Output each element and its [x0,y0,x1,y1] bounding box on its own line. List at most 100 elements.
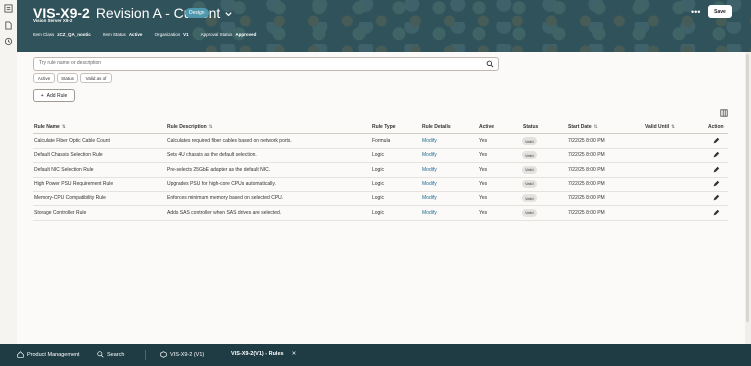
table-row[interactable]: Default NIC Selection Rule Pre-selects 25… [33,163,728,178]
item-meta: Item Class zCZ_QA_nootic Item Status Activ… [33,32,267,37]
cube-icon [160,351,167,358]
column-header-valid-until[interactable]: Valid Until ⇅ [645,124,675,130]
close-icon[interactable]: ✕ [292,351,297,357]
document-icon[interactable] [4,21,13,30]
start-date: 7/22/25 8:00 PM [568,166,605,173]
rule-name: Default NIC Selection Rule [34,166,94,173]
left-rail [0,0,18,344]
rule-details-link[interactable]: Modify [422,167,437,173]
active-value: Yes [479,209,488,216]
table-row[interactable]: Default Chassis Selection Rule Sets 4U ch… [33,148,728,164]
table-row[interactable]: Memory-CPU Compatibility Rule Enforces mi… [33,191,728,207]
active-value: Yes [479,180,488,187]
status-badge: Valid [522,151,537,160]
rule-details-link[interactable]: Modify [422,138,437,144]
start-date: 7/22/25 8:00 PM [568,180,605,187]
column-header-rule-name[interactable]: Rule Name ⇅ [34,124,66,130]
taskbar-tab-rules[interactable]: VIS-X9-2(V1) - Rules ✕ [231,351,296,357]
column-header-status[interactable]: Status [523,124,538,130]
status-badge: Design [185,8,209,18]
home-icon [17,351,24,358]
rule-details-link[interactable]: Modify [422,195,437,201]
more-actions-button[interactable]: ••• [691,7,700,17]
column-header-rule-details[interactable]: Rule Details [422,124,451,130]
active-value: Yes [479,166,488,173]
table-row[interactable]: Storage Controller Rule Adds SAS controll… [33,206,728,221]
header-pattern [191,0,751,52]
rule-type: Logic [372,166,384,173]
rule-description: Enforces minimum memory based on selecte… [167,195,284,202]
meta-value: Approved [235,32,257,37]
status-badge: Valid [522,137,537,145]
rule-details-link[interactable]: Modify [422,152,437,158]
status-badge: Valid [522,179,537,188]
meta-label: Item Class [33,32,55,37]
edit-icon[interactable] [712,209,720,217]
edit-icon[interactable] [712,151,720,159]
taskbar-divider [145,350,146,360]
edit-icon[interactable] [712,194,720,202]
rule-type: Logic [372,195,384,202]
edit-icon[interactable] [712,166,720,174]
taskbar-search[interactable]: Search [97,351,124,358]
add-rule-label: Add Rule [46,92,68,99]
search-icon[interactable] [486,60,494,68]
taskbar-tab-item[interactable]: VIS-X9-2 (V1) [160,351,204,358]
filter-active[interactable]: Active [33,73,55,83]
bottom-taskbar: Product Management Search VIS-X9-2 (V1) … [0,344,751,366]
sort-icon: ⇅ [61,124,66,129]
rule-type: Logic [372,180,384,187]
meta-value: Active [128,32,143,37]
status-badge: Valid [522,165,537,174]
meta-label: Organization [154,32,181,37]
active-value: Yes [479,195,488,202]
status-badge: Valid [522,208,537,217]
sort-icon: ⇅ [208,124,213,129]
scrollbar[interactable] [745,52,751,344]
rule-name: Default Chassis Selection Rule [34,152,103,159]
filter-valid-as-of[interactable]: Valid as of [80,73,112,83]
item-description: Vision Server X9-2 [33,18,73,23]
column-header-rule-description[interactable]: Rule Description ⇅ [167,124,213,130]
rule-name: High Power PSU Requirement Rule [34,180,114,187]
rule-description: Pre-selects 25GbE adapter as the default… [167,166,271,173]
table-row[interactable]: High Power PSU Requirement Rule Upgrades … [33,177,728,192]
status-badge: Valid [522,194,537,203]
columns-icon[interactable] [720,109,728,117]
rule-details-link[interactable]: Modify [422,210,437,216]
rule-type: Logic [372,152,384,159]
column-header-action: Action [708,124,724,130]
plus-icon: + [40,92,44,99]
list-icon[interactable] [4,4,13,13]
add-rule-button[interactable]: + Add Rule [33,89,75,102]
save-button[interactable]: Save [708,5,732,18]
edit-icon[interactable] [712,137,720,145]
rule-description: Sets 4U chassis as the default selection… [167,152,257,159]
search-input[interactable]: Try rule name or description [33,57,499,71]
rule-type: Formula [372,138,391,144]
table-row[interactable]: Calculate Fiber Optic Cable Count Calcula… [33,134,728,149]
start-date: 7/22/25 8:00 PM [568,195,605,202]
column-header-start-date[interactable]: Start Date ⇅ [568,124,597,130]
rule-name: Memory-CPU Compatibility Rule [34,195,106,202]
rule-type: Logic [372,209,384,216]
page-header: VIS-X9-2 Revision A - Current Design Visi… [17,0,751,52]
rule-description: Upgrades PSU for high-core CPUs automati… [167,180,276,187]
history-icon[interactable] [4,37,13,46]
chevron-down-icon[interactable] [224,10,233,19]
scroll-thumb[interactable] [746,54,749,322]
column-header-rule-type[interactable]: Rule Type [372,124,396,130]
active-value: Yes [479,152,488,159]
sort-icon: ⇅ [671,124,675,129]
start-date: 7/22/25 8:00 PM [568,209,605,216]
column-header-active[interactable]: Active [479,124,494,130]
edit-icon[interactable] [712,180,720,188]
rule-name: Storage Controller Rule [34,209,87,216]
filter-status[interactable]: Status [57,73,78,83]
meta-value: V1 [183,32,189,37]
rule-name: Calculate Fiber Optic Cable Count [34,138,110,144]
rule-description: Adds SAS controller when SAS drives are … [167,209,282,216]
rule-description: Calculates required fiber cables based o… [167,138,292,144]
rule-details-link[interactable]: Modify [422,181,437,187]
taskbar-product-management[interactable]: Product Management [17,351,80,358]
